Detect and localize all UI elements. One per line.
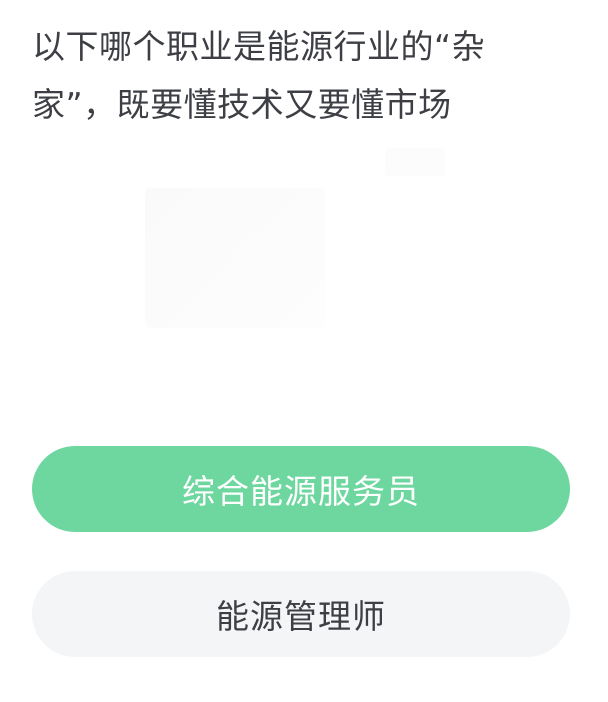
watermark-logo bbox=[385, 148, 445, 176]
answer-option-1-label: 综合能源服务员 bbox=[182, 472, 420, 511]
watermark-image bbox=[145, 188, 325, 328]
answer-option-2-label: 能源管理师 bbox=[216, 597, 386, 636]
question-text: 以下哪个职业是能源行业的“杂家”，既要懂技术又要懂市场 bbox=[32, 27, 486, 124]
answer-option-1[interactable]: 综合能源服务员 bbox=[32, 446, 570, 532]
quiz-page: 以下哪个职业是能源行业的“杂家”，既要懂技术又要懂市场 综合能源服务员 能源管理… bbox=[0, 0, 608, 702]
answer-option-2[interactable]: 能源管理师 bbox=[32, 571, 570, 657]
